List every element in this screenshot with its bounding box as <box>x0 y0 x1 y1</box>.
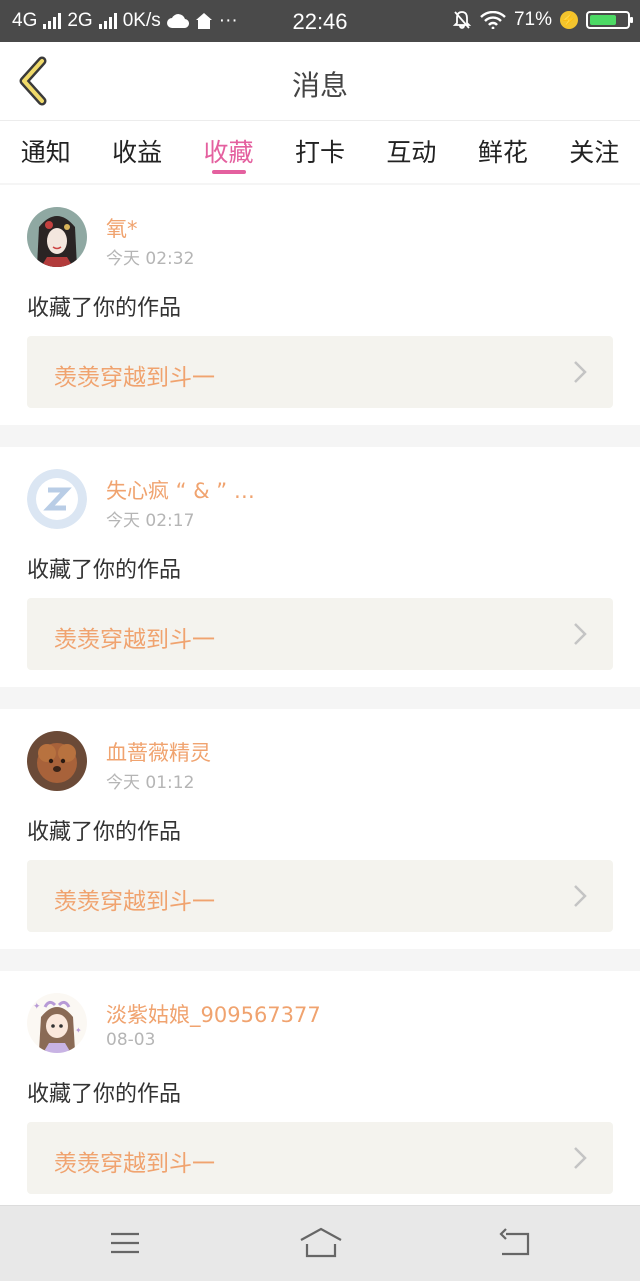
tab-earnings[interactable]: 收益 <box>91 121 182 183</box>
message-action: 收藏了你的作品 <box>27 820 182 845</box>
message-action: 收藏了你的作品 <box>27 1082 182 1107</box>
work-link[interactable]: 羡羡穿越到斗一 <box>27 598 613 670</box>
avatar-image <box>27 469 87 529</box>
work-link[interactable]: 羡羡穿越到斗一 <box>27 336 613 408</box>
avatar-image <box>27 207 87 267</box>
message-list: 氧* 今天 02:32 收藏了你的作品 羡羡穿越到斗一 失心疯 “ & ” … … <box>0 185 640 1233</box>
header: 消息 <box>0 42 640 121</box>
work-title: 羡羡穿越到斗一 <box>54 365 215 391</box>
charging-icon: ⚡ <box>560 11 578 29</box>
message-action: 收藏了你的作品 <box>27 296 182 321</box>
message-card: 血蔷薇精灵 今天 01:12 收藏了你的作品 羡羡穿越到斗一 <box>0 709 640 949</box>
message-time: 今天 02:32 <box>106 249 195 269</box>
work-title: 羡羡穿越到斗一 <box>54 889 215 915</box>
username[interactable]: 淡紫姑娘_909567377 <box>106 999 321 1029</box>
status-right: 71% ⚡ <box>452 9 633 31</box>
battery-percent: 71% <box>513 9 552 30</box>
chevron-right-icon <box>574 623 587 645</box>
return-icon <box>499 1228 530 1256</box>
avatar-image <box>27 731 87 791</box>
home-button[interactable] <box>298 1226 344 1260</box>
message-card: 失心疯 “ & ” … 今天 02:17 收藏了你的作品 羡羡穿越到斗一 <box>0 447 640 687</box>
home-icon <box>300 1227 342 1258</box>
svg-text:✦: ✦ <box>75 1026 82 1035</box>
message-time: 08-03 <box>106 1030 156 1050</box>
work-title: 羡羡穿越到斗一 <box>54 627 215 653</box>
tab-flowers[interactable]: 鲜花 <box>457 121 548 183</box>
avatar[interactable] <box>27 731 87 791</box>
status-bar: 4G 2G 0K/s ··· 22:46 71% ⚡ <box>0 0 640 42</box>
avatar[interactable]: ✦ ✦ <box>27 993 87 1053</box>
avatar[interactable] <box>27 207 87 267</box>
tab-notice[interactable]: 通知 <box>0 121 91 183</box>
message-card: 氧* 今天 02:32 收藏了你的作品 羡羡穿越到斗一 <box>0 185 640 425</box>
battery-icon <box>586 11 633 29</box>
return-button[interactable] <box>496 1226 536 1260</box>
message-time: 今天 01:12 <box>106 773 195 793</box>
tab-follow[interactable]: 关注 <box>549 121 640 183</box>
username[interactable]: 血蔷薇精灵 <box>106 737 211 767</box>
tab-interaction[interactable]: 互动 <box>366 121 457 183</box>
message-time: 今天 02:17 <box>106 511 195 531</box>
chevron-right-icon <box>574 361 587 383</box>
tab-favorites[interactable]: 收藏 <box>183 121 274 183</box>
avatar-image: ✦ ✦ <box>27 993 87 1053</box>
battery-fill <box>590 15 616 25</box>
tab-bar: 通知 收益 收藏 打卡 互动 鲜花 关注 <box>0 121 640 183</box>
work-link[interactable]: 羡羡穿越到斗一 <box>27 860 613 932</box>
work-title: 羡羡穿越到斗一 <box>54 1151 215 1177</box>
chevron-right-icon <box>574 885 587 907</box>
menu-icon <box>111 1232 139 1254</box>
silent-bell-icon <box>452 11 472 29</box>
work-link[interactable]: 羡羡穿越到斗一 <box>27 1122 613 1194</box>
svg-text:✦: ✦ <box>33 1002 41 1012</box>
message-card: ✦ ✦ 淡紫姑娘_909567377 08-03 收藏了你的作品 羡羡穿越到斗一 <box>0 971 640 1211</box>
system-nav-bar <box>0 1205 640 1281</box>
avatar[interactable] <box>27 469 87 529</box>
chevron-right-icon <box>574 1147 587 1169</box>
menu-button[interactable] <box>105 1226 145 1260</box>
wifi-icon <box>480 11 506 29</box>
tab-checkin[interactable]: 打卡 <box>274 121 365 183</box>
page-title: 消息 <box>291 69 348 102</box>
message-action: 收藏了你的作品 <box>27 558 182 583</box>
username[interactable]: 氧* <box>106 213 138 243</box>
username[interactable]: 失心疯 “ & ” … <box>106 475 255 505</box>
